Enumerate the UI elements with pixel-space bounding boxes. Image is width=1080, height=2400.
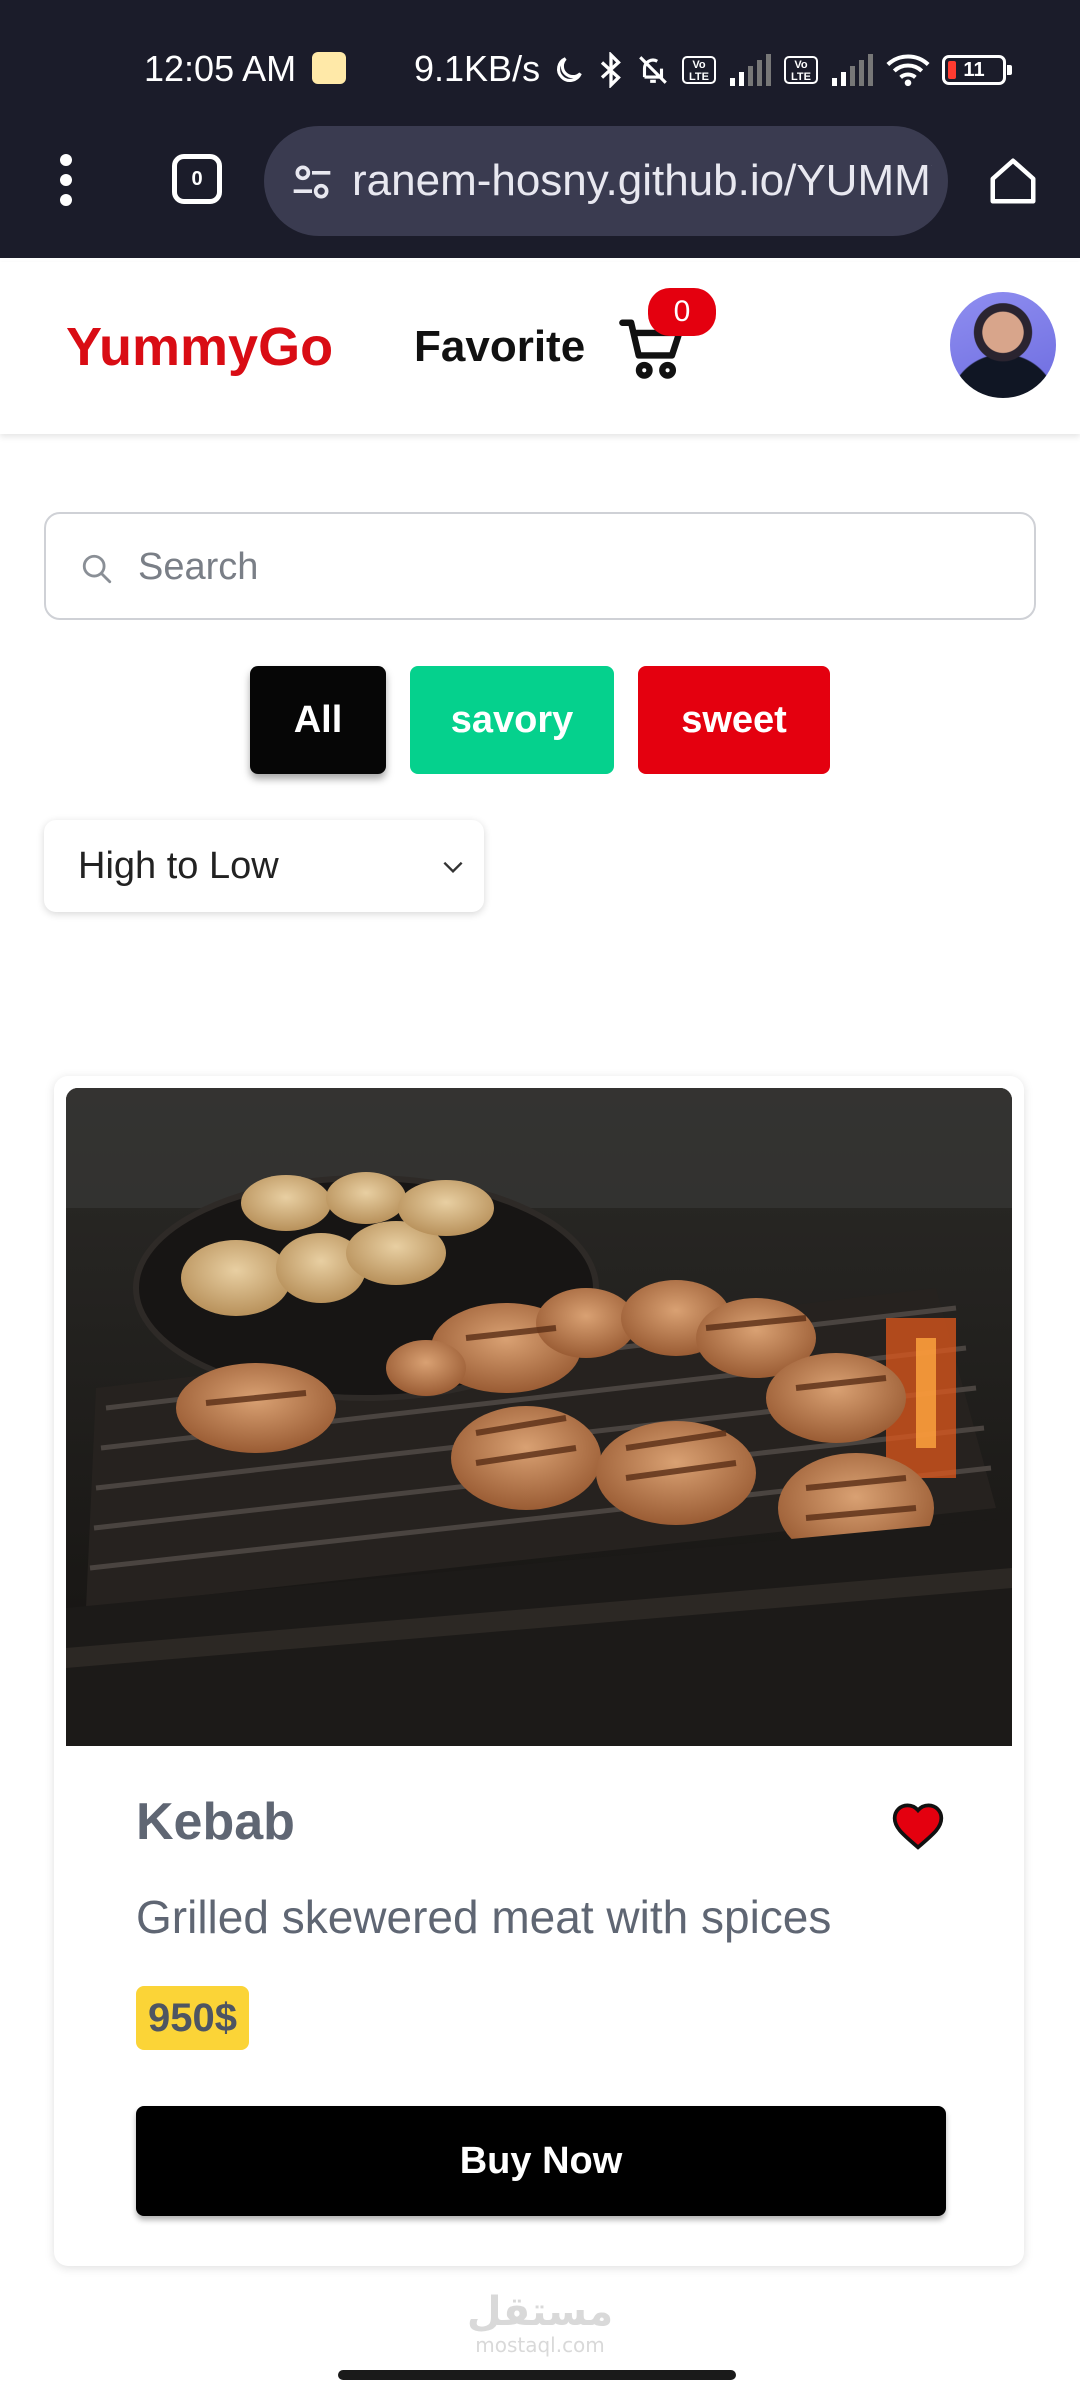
chevron-down-icon [443, 861, 463, 874]
search-box [44, 512, 1036, 620]
nav-favorite-link[interactable]: Favorite [414, 312, 585, 382]
filter-all-button[interactable]: All [250, 666, 386, 774]
search-input[interactable] [136, 514, 1000, 620]
url-bar[interactable]: ranem-hosny.github.io/YUMMYGO/ [264, 126, 948, 236]
heart-icon[interactable] [890, 1798, 946, 1850]
weather-app-icon [312, 52, 346, 84]
avatar[interactable] [950, 292, 1056, 398]
tabs-icon[interactable]: 0 [172, 154, 222, 204]
more-vert-icon[interactable] [48, 148, 84, 214]
watermark-latin: mostaql.com [475, 2333, 605, 2357]
network-speed: 9.1KB/s [414, 48, 541, 89]
battery-level: 11 [963, 59, 985, 81]
home-icon[interactable] [986, 154, 1040, 208]
cart-count-badge: 0 [648, 288, 716, 336]
brand-logo[interactable]: YummyGo [66, 312, 333, 382]
site-settings-icon[interactable] [290, 160, 334, 204]
bell-off-icon [639, 56, 667, 84]
status-icons: Vo LTE Vo LTE 11 [552, 50, 1012, 90]
price-badge: 950$ [136, 1986, 249, 2050]
filter-savory-button[interactable]: savory [410, 666, 614, 774]
site-header: YummyGo Favorite 0 [0, 262, 1080, 434]
volte-badge: Vo LTE [682, 56, 716, 84]
sort-selected-value: High to Low [78, 845, 279, 887]
filter-sweet-button[interactable]: sweet [638, 666, 830, 774]
product-image [66, 1088, 1012, 1746]
search-icon [82, 554, 112, 584]
status-bar: 12:05 AM 9.1KB/s Vo LTE Vo LTE 11 [0, 44, 1080, 94]
wifi-icon [886, 54, 930, 87]
url-text[interactable]: ranem-hosny.github.io/YUMMYGO/ [352, 126, 932, 236]
status-time: 12:05 AM [144, 48, 297, 89]
signal-icon-2 [832, 54, 873, 86]
sort-select[interactable]: High to Low [44, 820, 484, 912]
product-description: Grilled skewered meat with spices [136, 1891, 832, 1943]
buy-now-button[interactable]: Buy Now [136, 2106, 946, 2216]
watermark-arabic: مستقل [466, 2289, 614, 2335]
volte-badge-2: Vo LTE [784, 56, 818, 84]
signal-icon [730, 54, 771, 86]
gesture-bar[interactable] [338, 2370, 736, 2380]
browser-chrome: 12:05 AM 9.1KB/s Vo LTE Vo LTE 11 0 rane… [0, 0, 1080, 258]
watermark: مستقل mostaql.com [0, 2290, 1080, 2356]
moon-icon [557, 57, 582, 82]
bluetooth-icon [600, 52, 621, 88]
product-title: Kebab [136, 1793, 295, 1851]
product-card: Kebab Grilled skewered meat with spices … [54, 1076, 1024, 2266]
battery-icon: 11 [942, 55, 1012, 85]
